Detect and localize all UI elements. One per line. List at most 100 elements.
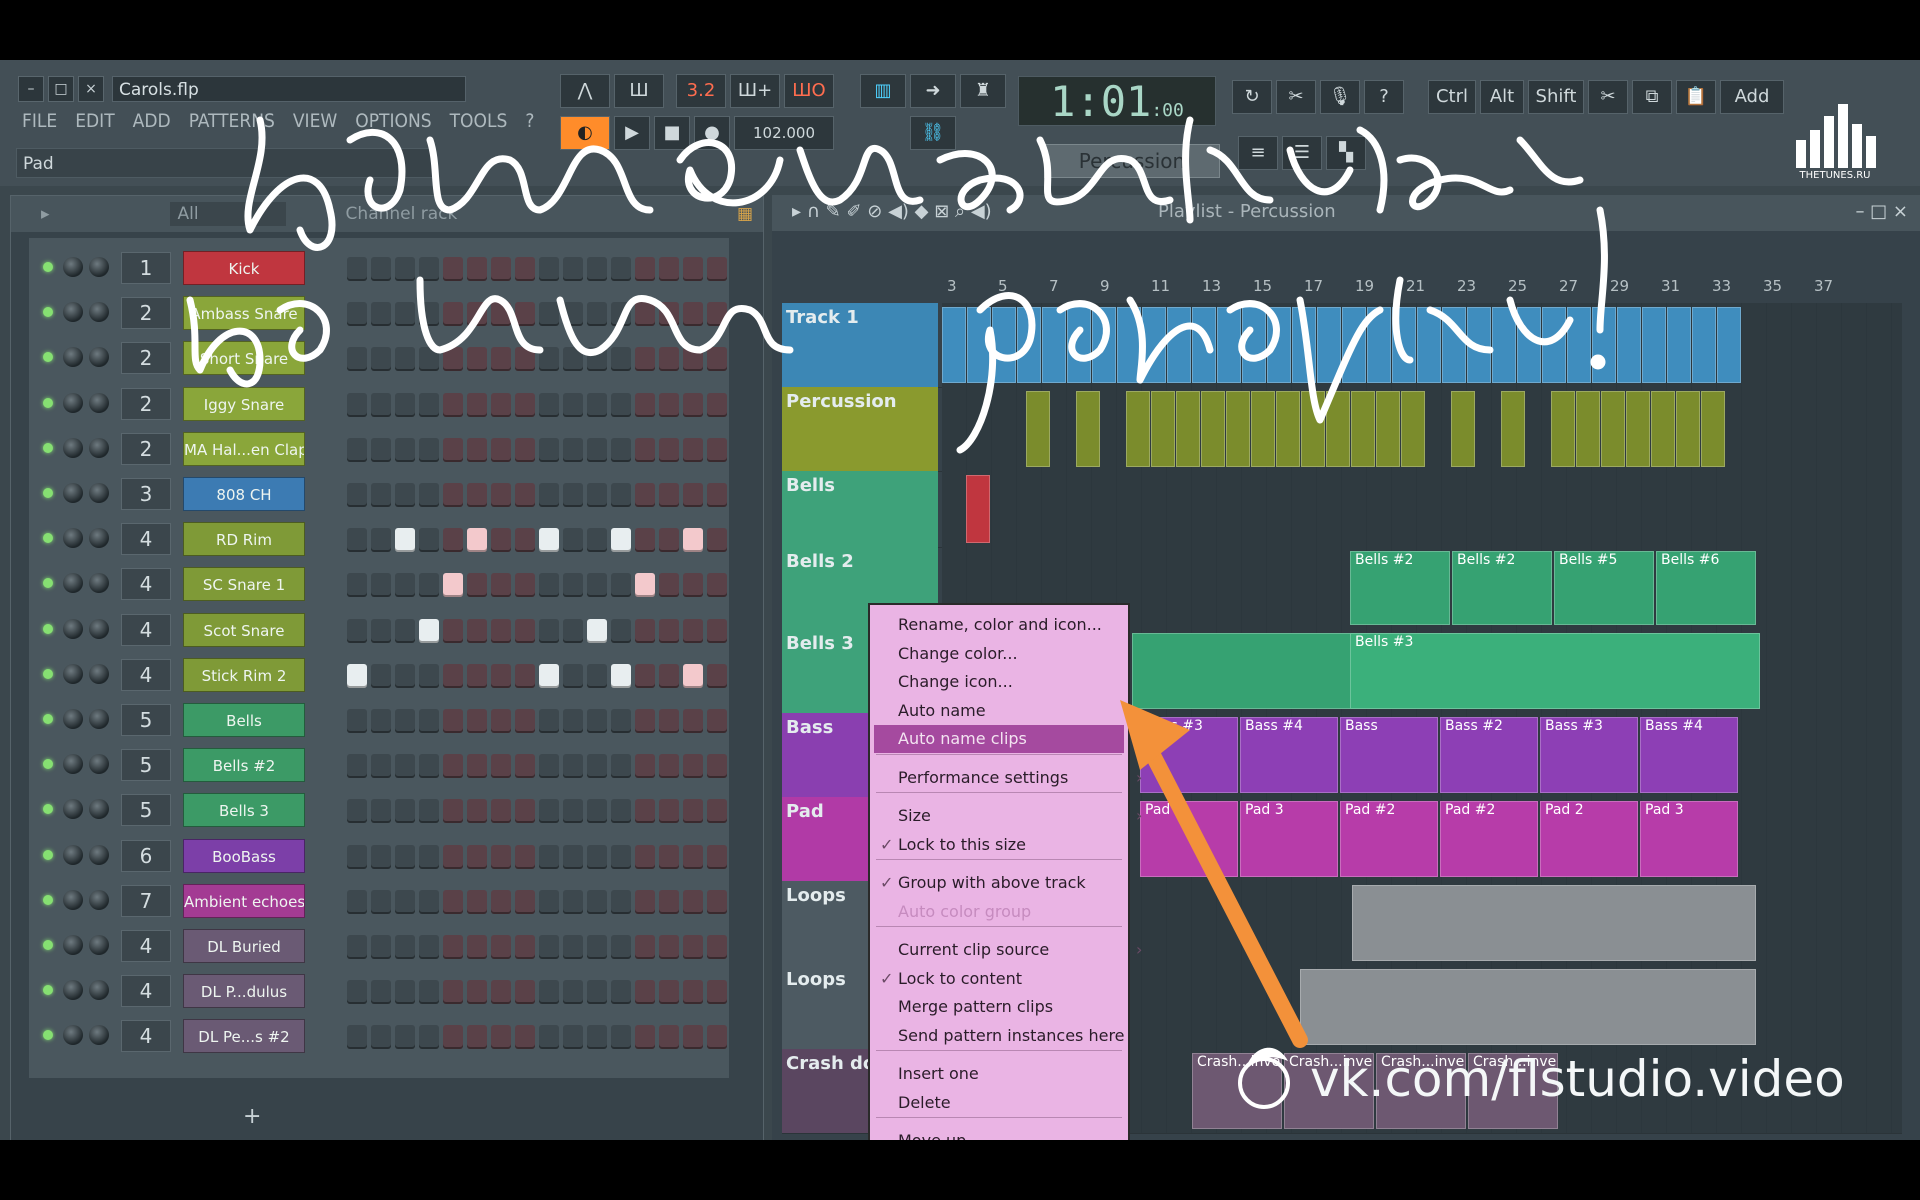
context-menu-item[interactable]: Size › (898, 806, 1142, 825)
pan-knob[interactable] (63, 257, 83, 277)
pattern-clip[interactable]: Bass #4 (1640, 717, 1738, 793)
step-button[interactable] (563, 302, 583, 327)
pattern-clip[interactable] (1392, 307, 1416, 383)
step-button[interactable] (635, 980, 655, 1005)
channel-name-button[interactable]: Bells (183, 703, 305, 737)
step-button[interactable] (467, 347, 487, 372)
pan-knob[interactable] (63, 709, 83, 729)
step-button[interactable] (539, 754, 559, 779)
mixer-track-number[interactable]: 3 (121, 478, 171, 510)
step-button[interactable] (611, 573, 631, 598)
step-button[interactable] (611, 483, 631, 507)
pan-knob[interactable] (63, 483, 83, 503)
mute-led-icon[interactable] (43, 352, 53, 363)
step-button[interactable] (491, 618, 511, 643)
pan-knob[interactable] (63, 392, 83, 413)
context-menu-item[interactable]: Merge pattern clips (898, 997, 1053, 1016)
step-button[interactable] (587, 980, 607, 1005)
volume-knob[interactable] (89, 935, 109, 955)
pattern-clip[interactable]: Bass #3 (1540, 717, 1638, 793)
pan-knob[interactable] (63, 1025, 83, 1046)
step-button[interactable] (683, 347, 703, 372)
ctrl-key[interactable]: Ctrl (1428, 80, 1476, 114)
minimize-icon[interactable]: – (18, 76, 44, 102)
step-button[interactable] (419, 844, 439, 869)
step-button[interactable] (467, 709, 487, 733)
step-button[interactable] (443, 257, 463, 281)
mute-led-icon[interactable] (43, 623, 53, 634)
menu-file[interactable]: FILE (22, 110, 57, 132)
step-button[interactable] (611, 302, 631, 327)
step-button[interactable] (419, 754, 439, 779)
step-button[interactable] (467, 799, 487, 824)
pan-knob[interactable] (63, 844, 83, 865)
mute-led-icon[interactable] (43, 804, 53, 815)
step-button[interactable] (587, 573, 607, 598)
mixer-track-number[interactable]: 5 (121, 794, 171, 827)
mute-led-icon[interactable] (43, 307, 53, 318)
step-button[interactable] (371, 799, 391, 824)
step-button[interactable] (707, 799, 727, 824)
step-button[interactable] (683, 709, 703, 733)
step-button[interactable] (683, 663, 703, 688)
mute-led-icon[interactable] (43, 578, 53, 589)
step-button[interactable] (371, 663, 391, 688)
step-button[interactable] (611, 347, 631, 372)
step-button[interactable] (539, 709, 559, 733)
volume-knob[interactable] (89, 483, 109, 503)
step-button[interactable] (611, 437, 631, 462)
pattern-clip[interactable] (1226, 391, 1250, 467)
step-button[interactable] (371, 754, 391, 779)
step-button[interactable] (515, 889, 535, 914)
step-button[interactable] (587, 844, 607, 869)
pan-knob[interactable] (63, 663, 83, 684)
mixer-track-number[interactable]: 4 (121, 975, 171, 1008)
step-button[interactable] (347, 663, 367, 688)
track-header[interactable]: Percussion (782, 387, 938, 471)
step-button[interactable] (491, 483, 511, 507)
wait-icon[interactable]: Ш (614, 74, 664, 108)
step-button[interactable] (635, 1025, 655, 1050)
pattern-clip[interactable] (1376, 391, 1400, 467)
pattern-clip[interactable] (1076, 391, 1100, 467)
step-button[interactable] (515, 799, 535, 824)
step-button[interactable] (515, 347, 535, 372)
step-button[interactable] (491, 663, 511, 688)
mixer-track-number[interactable]: 4 (121, 930, 171, 962)
playlist-window-controls-icon[interactable]: – □ × (1855, 201, 1908, 222)
step-button[interactable] (611, 528, 631, 553)
pan-knob[interactable] (63, 573, 83, 594)
volume-knob[interactable] (89, 844, 109, 865)
step-button[interactable] (683, 889, 703, 914)
step-button[interactable] (587, 889, 607, 914)
pattern-clip[interactable] (1292, 307, 1316, 383)
step-button[interactable] (395, 980, 415, 1005)
play-icon[interactable]: ▶ (614, 116, 650, 150)
pattern-clip[interactable] (1592, 307, 1616, 383)
step-button[interactable] (347, 618, 367, 643)
step-button[interactable] (659, 257, 679, 281)
step-button[interactable] (635, 437, 655, 462)
step-button[interactable] (659, 844, 679, 869)
step-button[interactable] (371, 528, 391, 553)
step-button[interactable] (587, 663, 607, 688)
step-button[interactable] (683, 980, 703, 1005)
step-button[interactable] (635, 618, 655, 643)
step-button[interactable] (419, 889, 439, 914)
pattern-clip[interactable] (1442, 307, 1466, 383)
step-button[interactable] (443, 618, 463, 643)
step-button[interactable] (587, 437, 607, 462)
cut-icon[interactable]: ✂ (1276, 80, 1316, 114)
step-button[interactable] (539, 573, 559, 598)
mic-icon[interactable]: 🎙 (1320, 80, 1360, 114)
step-button[interactable] (347, 709, 367, 733)
context-menu-item[interactable]: Send pattern instances here (898, 1026, 1125, 1045)
pattern-clip[interactable]: Bells #6 (1656, 551, 1756, 625)
context-menu-item[interactable]: Lock to content ✓ (880, 969, 1022, 988)
pattern-clip[interactable] (1251, 391, 1275, 467)
pattern-clip[interactable] (1551, 391, 1575, 467)
step-button[interactable] (587, 618, 607, 643)
step-button[interactable] (707, 437, 727, 462)
step-button[interactable] (371, 1025, 391, 1050)
step-button[interactable] (395, 844, 415, 869)
